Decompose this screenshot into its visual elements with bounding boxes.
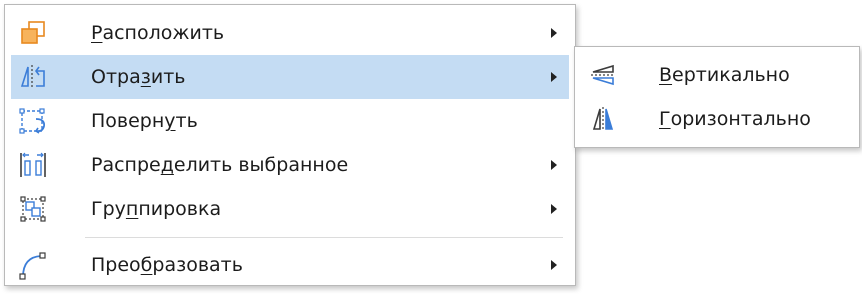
- rotate-icon: [17, 105, 49, 137]
- menu-item-rotate[interactable]: Повернуть: [11, 99, 569, 143]
- menu-item-distribute[interactable]: Распределить выбранное: [11, 143, 569, 187]
- convert-icon: [17, 249, 49, 281]
- distribute-icon: [17, 149, 49, 181]
- menu-separator: [85, 237, 563, 238]
- menu-item-label: Распределить выбранное: [91, 154, 349, 176]
- submenu-item-vertical[interactable]: Вертикально: [581, 53, 853, 97]
- flip-icon: [17, 61, 49, 93]
- menu-item-label: Повернуть: [91, 110, 198, 132]
- flip-submenu: Вертикально Горизонтально: [574, 46, 860, 148]
- menu-item-label: Отразить: [91, 66, 186, 88]
- group-icon: [17, 193, 49, 225]
- menu-item-label: Горизонтально: [659, 108, 811, 130]
- arrange-icon: [17, 17, 49, 49]
- submenu-item-horizontal[interactable]: Горизонтально: [581, 97, 853, 141]
- flip-horizontal-icon: [587, 103, 619, 135]
- submenu-arrow-icon: [551, 160, 557, 170]
- menu-item-label: Вертикально: [659, 64, 790, 86]
- submenu-arrow-icon: [551, 204, 557, 214]
- menu-item-label: Группировка: [91, 198, 222, 220]
- menu-item-arrange[interactable]: Расположить: [11, 11, 569, 55]
- menu-item-group[interactable]: Группировка: [11, 187, 569, 231]
- submenu-arrow-icon: [551, 260, 557, 270]
- submenu-arrow-icon: [551, 72, 557, 82]
- context-menu: Расположить Отразить Повернуть Распредел…: [4, 4, 576, 286]
- menu-item-label: Преобразовать: [91, 254, 243, 276]
- submenu-arrow-icon: [551, 28, 557, 38]
- menu-item-label: Расположить: [91, 22, 225, 44]
- flip-vertical-icon: [587, 59, 619, 91]
- menu-item-flip[interactable]: Отразить: [11, 55, 569, 99]
- menu-item-convert[interactable]: Преобразовать: [11, 243, 569, 287]
